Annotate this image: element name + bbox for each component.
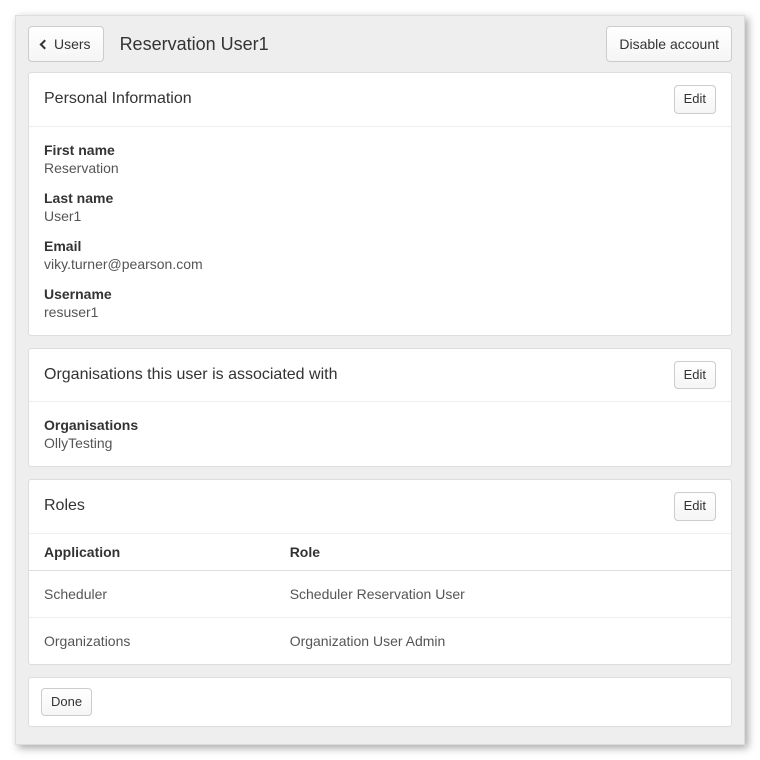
done-button-label: Done <box>51 693 82 712</box>
edit-roles-button[interactable]: Edit <box>674 492 716 521</box>
back-button-label: Users <box>54 34 91 54</box>
first-name-value: Reservation <box>44 160 716 176</box>
username-field: Username resuser1 <box>44 286 716 320</box>
edit-personal-button[interactable]: Edit <box>674 85 716 114</box>
done-button[interactable]: Done <box>41 688 92 717</box>
organisations-field: Organisations OllyTesting <box>44 417 716 451</box>
personal-info-header: Personal Information Edit <box>29 73 731 127</box>
role-name: Scheduler Reservation User <box>275 570 731 617</box>
email-label: Email <box>44 238 716 254</box>
organisations-panel: Organisations this user is associated wi… <box>28 348 732 468</box>
personal-info-title: Personal Information <box>44 90 192 108</box>
username-value: resuser1 <box>44 304 716 320</box>
username-label: Username <box>44 286 716 302</box>
personal-info-panel: Personal Information Edit First name Res… <box>28 72 732 336</box>
table-row: Scheduler Scheduler Reservation User <box>29 570 731 617</box>
organisations-title: Organisations this user is associated wi… <box>44 366 337 384</box>
page-title: Reservation User1 <box>120 34 269 55</box>
email-field: Email viky.turner@pearson.com <box>44 238 716 272</box>
table-row: Organizations Organization User Admin <box>29 617 731 664</box>
roles-table: Application Role Scheduler Scheduler Res… <box>29 534 731 664</box>
role-application: Scheduler <box>29 570 275 617</box>
chevron-left-icon <box>40 39 50 49</box>
edit-personal-label: Edit <box>684 90 706 109</box>
roles-col-role: Role <box>275 534 731 571</box>
edit-roles-label: Edit <box>684 497 706 516</box>
last-name-value: User1 <box>44 208 716 224</box>
roles-col-application: Application <box>29 534 275 571</box>
header-left: Users Reservation User1 <box>28 26 269 62</box>
header-bar: Users Reservation User1 Disable account <box>16 16 744 72</box>
roles-title: Roles <box>44 497 85 515</box>
last-name-field: Last name User1 <box>44 190 716 224</box>
email-value: viky.turner@pearson.com <box>44 256 716 272</box>
personal-info-body: First name Reservation Last name User1 E… <box>29 127 731 335</box>
first-name-label: First name <box>44 142 716 158</box>
edit-organisations-button[interactable]: Edit <box>674 361 716 390</box>
back-button[interactable]: Users <box>28 26 104 62</box>
role-name: Organization User Admin <box>275 617 731 664</box>
last-name-label: Last name <box>44 190 716 206</box>
organisations-label: Organisations <box>44 417 716 433</box>
organisations-value: OllyTesting <box>44 435 716 451</box>
role-application: Organizations <box>29 617 275 664</box>
first-name-field: First name Reservation <box>44 142 716 176</box>
roles-header: Roles Edit <box>29 480 731 534</box>
organisations-header: Organisations this user is associated wi… <box>29 349 731 403</box>
edit-organisations-label: Edit <box>684 366 706 385</box>
disable-account-label: Disable account <box>619 34 719 54</box>
disable-account-button[interactable]: Disable account <box>606 26 732 62</box>
organisations-body: Organisations OllyTesting <box>29 402 731 466</box>
roles-panel: Roles Edit Application Role Scheduler Sc… <box>28 479 732 665</box>
roles-body: Application Role Scheduler Scheduler Res… <box>29 534 731 664</box>
user-detail-page: Users Reservation User1 Disable account … <box>15 15 745 745</box>
footer-panel: Done <box>28 677 732 728</box>
